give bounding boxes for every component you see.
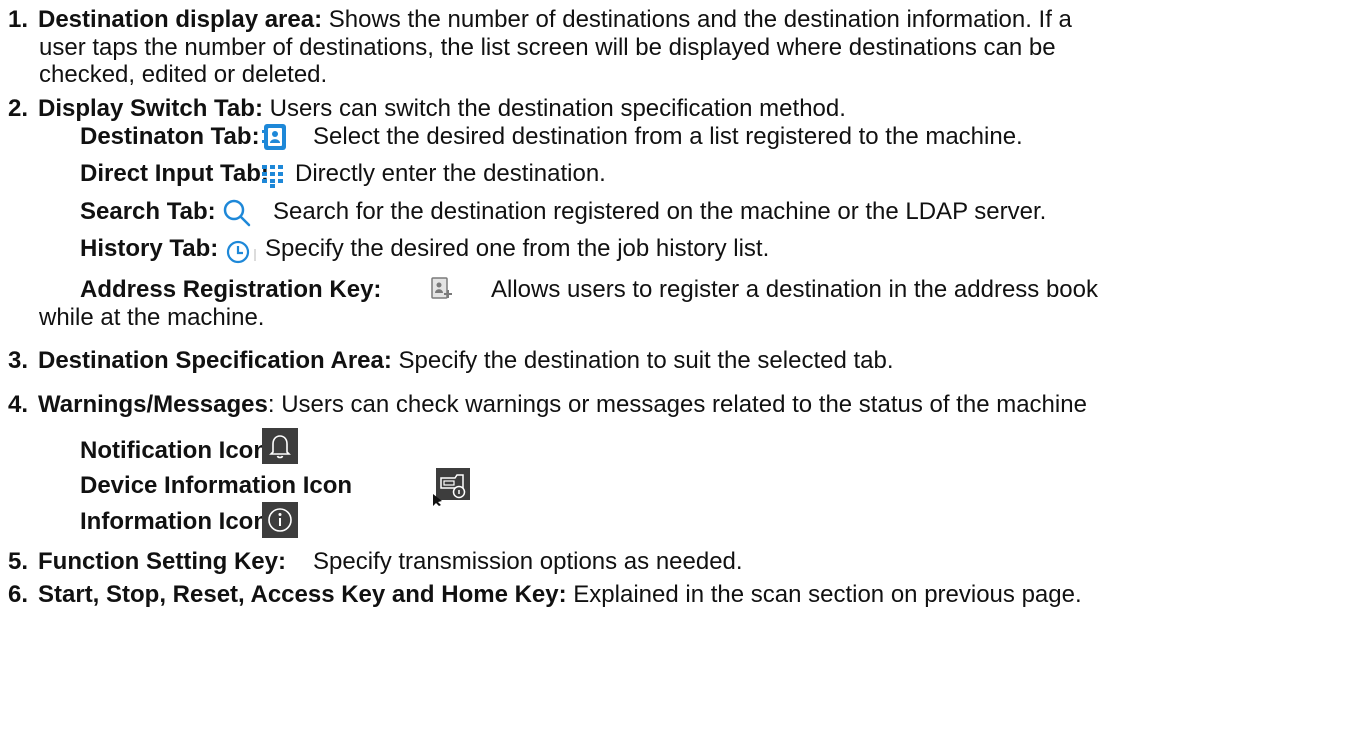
item-3-number: 3. [8, 347, 29, 374]
item-1-line-2: user taps the number of destinations, th… [39, 34, 1056, 61]
history-tab-description: Specify the desired one from the job his… [265, 235, 770, 262]
item-1-title: Destination display area: [38, 6, 323, 33]
item-4-title: Warnings/Messages [38, 391, 268, 418]
item-4-text: : Users can check warnings or messages r… [267, 391, 1087, 418]
address-book-icon [262, 124, 286, 150]
item-1-number: 1. [8, 6, 29, 33]
item-4-line: 4. Warnings/Messages: Users can check war… [8, 390, 1087, 420]
item-1-line-1: 1. Destination display area: Shows the nu… [8, 5, 1072, 35]
item-5-line: 5. Function Setting Key: [8, 547, 286, 577]
item-6-line: 6. Start, Stop, Reset, Access Key and Hom… [8, 580, 1082, 610]
item-2-title: Display Switch Tab: [38, 95, 263, 122]
item-2-text: Users can switch the destination specifi… [262, 95, 846, 122]
search-tab-label: Search Tab: [80, 198, 216, 225]
address-registration-key-label: Address Registration Key: [80, 276, 382, 303]
item-3-line: 3. Destination Specification Area: Specif… [8, 346, 894, 376]
address-registration-key-description: Allows users to register a destination i… [491, 276, 1098, 303]
notification-icon-label: Notification Icon [80, 437, 268, 464]
device-info-icon [433, 468, 470, 506]
search-icon [223, 199, 251, 227]
bell-icon [262, 428, 298, 464]
item-1-text: Shows the number of destinations and the… [322, 6, 1072, 33]
item-6-title: Start, Stop, Reset, Access Key and Home … [38, 581, 567, 608]
address-register-icon [431, 277, 452, 299]
clock-icon [226, 240, 256, 264]
item-1-line-3: checked, edited or deleted. [39, 61, 328, 88]
destination-tab-label: Destinaton Tab: [80, 123, 260, 150]
item-2-line-1: 2. Display Switch Tab: Users can switch t… [8, 94, 846, 124]
information-icon-label: Information Icon [80, 508, 268, 535]
history-tab-label: History Tab: [80, 235, 219, 262]
direct-input-tab-description: Directly enter the destination. [295, 160, 606, 187]
item-5-number: 5. [8, 548, 29, 575]
item-6-number: 6. [8, 581, 29, 608]
info-icon [262, 502, 298, 538]
destination-tab-description: Select the desired destination from a li… [313, 123, 1023, 150]
item-4-number: 4. [8, 391, 29, 418]
item-5-title: Function Setting Key: [38, 548, 286, 575]
item-5-text: Specify transmission options as needed. [313, 548, 743, 575]
direct-input-tab-label: Direct Input Tab: [80, 160, 269, 187]
item-2-number: 2. [8, 95, 29, 122]
item-6-text: Explained in the scan section on previou… [566, 581, 1082, 608]
search-tab-description: Search for the destination registered on… [273, 198, 1047, 225]
item-3-text: Specify the destination to suit the sele… [391, 347, 894, 374]
item-3-title: Destination Specification Area: [38, 347, 392, 374]
device-information-icon-label: Device Information Icon [80, 472, 353, 499]
keypad-icon [262, 165, 283, 188]
address-registration-key-description-cont: while at the machine. [39, 304, 265, 331]
